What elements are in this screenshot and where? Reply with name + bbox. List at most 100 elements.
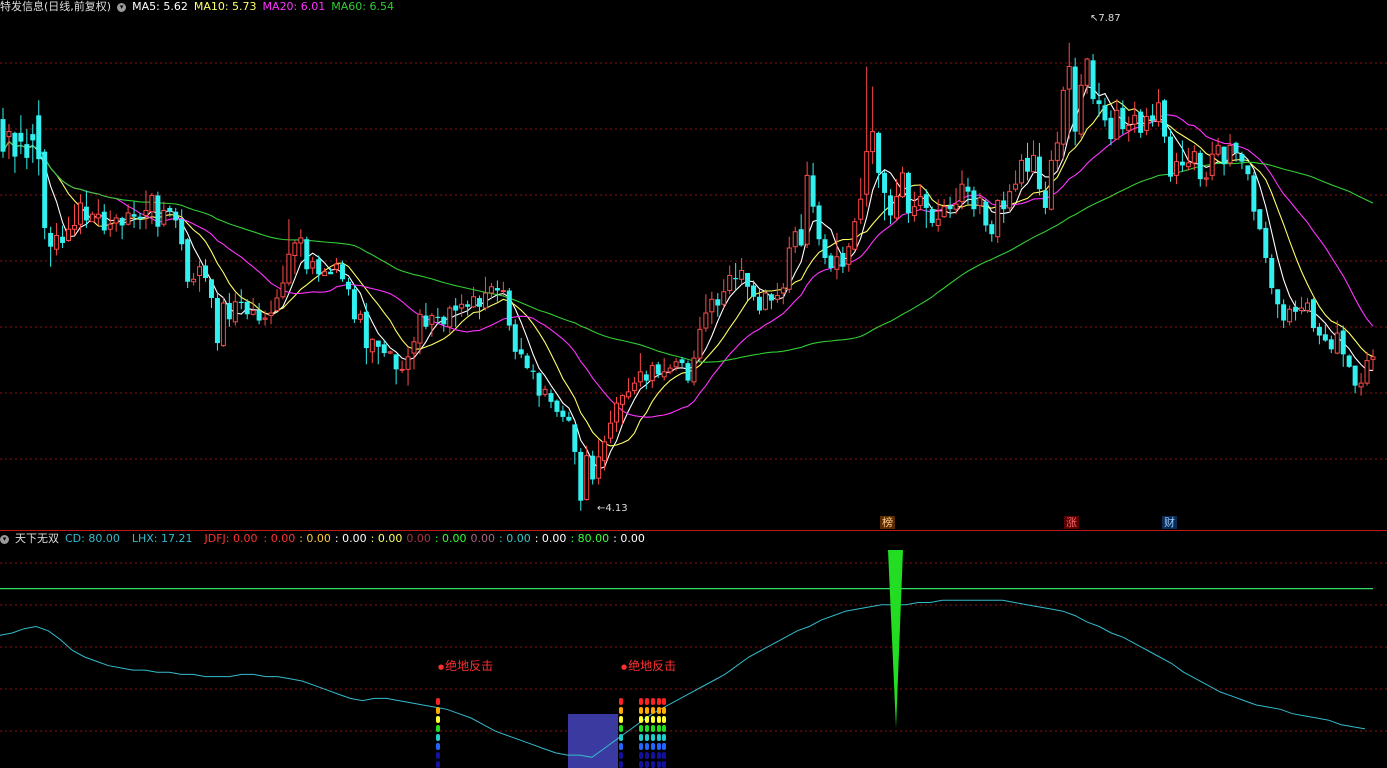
candle-body [685,363,691,381]
candle-body [792,231,798,248]
candle-body [1096,100,1102,105]
candle-body [113,217,119,224]
candle-body [351,289,357,320]
candle-body [232,301,238,323]
candle-body [1281,304,1287,321]
candle-body [756,296,762,311]
signal-stack-segment [657,743,661,750]
spike-marker [888,550,903,728]
candle-body [1334,332,1340,354]
indicator-name[interactable]: 天下无双 [15,532,59,545]
candle-body [631,382,637,392]
signal-stack-segment [657,698,661,705]
signal-stack-segment [657,725,661,732]
candle-body [816,205,822,240]
candle-body [1233,142,1239,153]
signal-stack-segment [645,761,649,768]
signal-stack-segment [619,716,623,723]
signal-stack-segment [619,752,623,759]
candle-body [1340,330,1346,355]
candlestick-series [0,42,1376,511]
jdfj-value: JDFJ: 0.00 [204,532,258,545]
candle-body [917,196,923,206]
candle-body [363,311,369,349]
candle-body [768,294,774,301]
chart-canvas[interactable] [0,0,1387,768]
candle-body [292,242,298,256]
tag-list-icon[interactable]: 榜 [880,516,895,529]
candle-body [882,172,888,193]
candle-body [697,328,703,359]
candle-body [1102,105,1108,121]
candle-body [530,370,536,372]
candle-body [709,298,715,313]
candle-body [405,356,411,370]
signal-stack-segment [657,734,661,741]
candle-body [703,312,709,329]
tag-rise-icon[interactable]: 涨 [1064,516,1079,529]
signal-stack-segment [436,734,440,741]
tag-finance-icon[interactable]: 财 [1162,516,1177,529]
signal-stack-segment [619,698,623,705]
candle-body [655,364,661,375]
candle-body [774,295,780,300]
signal-stack-segment [619,734,623,741]
candle-body [1358,382,1364,388]
candle-body [1054,142,1060,161]
signal-stack-segment [651,707,655,714]
candle-body [846,246,852,265]
indicator-value: : 0.00 [263,532,296,545]
candle-body [423,315,429,327]
signal-stack-segment [639,752,643,759]
signal-stack-segment [651,716,655,723]
candle-body [518,349,524,355]
candle-body [429,315,435,325]
candle-body [959,183,965,203]
indicator-marks [0,550,1373,768]
signal-stack-segment [639,716,643,723]
signal-stack-segment [619,743,623,750]
candle-body [24,144,30,158]
candle-body [387,351,393,354]
signal-stack-segment [645,734,649,741]
candle-body [673,361,679,368]
chevron-down-icon[interactable]: ▾ [0,534,9,544]
candle-body [1370,356,1376,360]
candle-body [1001,200,1007,210]
signal-stack-segment [645,716,649,723]
candle-body [1013,183,1019,190]
candle-body [566,416,572,421]
indicator-value: : 0.00 [434,532,467,545]
candle-body [1191,151,1197,164]
signal-stack-segment [436,707,440,714]
candle-body [1251,175,1257,212]
candle-body [173,211,179,221]
signal-stack-segment [657,716,661,723]
chevron-down-icon[interactable]: ▾ [117,2,127,12]
signal-stack-segment [651,725,655,732]
candle-body [923,194,929,208]
candle-body [751,285,757,297]
candle-body [256,310,262,321]
indicator-value: : 0.00 [370,532,403,545]
candle-body [441,316,447,325]
candle-body [858,198,864,220]
candle-body [1310,299,1316,329]
candle-body [1352,365,1358,386]
moving-average-lines [2,85,1374,470]
candle-body [95,213,101,219]
candle-body [828,255,834,268]
candle-body [661,371,667,378]
signal-stack-segment [639,707,643,714]
ma5-line [2,85,1374,470]
candle-body [1328,339,1334,350]
candle-body [876,132,882,173]
candle-body [1179,161,1185,166]
candle-body [947,205,953,210]
candle-body [1269,257,1275,289]
chart-title[interactable]: 特发信息(日线,前复权) [0,0,111,13]
candle-body [733,278,739,280]
candle-body [995,199,1001,238]
candle-body [1239,154,1245,162]
candle-body [721,291,727,305]
